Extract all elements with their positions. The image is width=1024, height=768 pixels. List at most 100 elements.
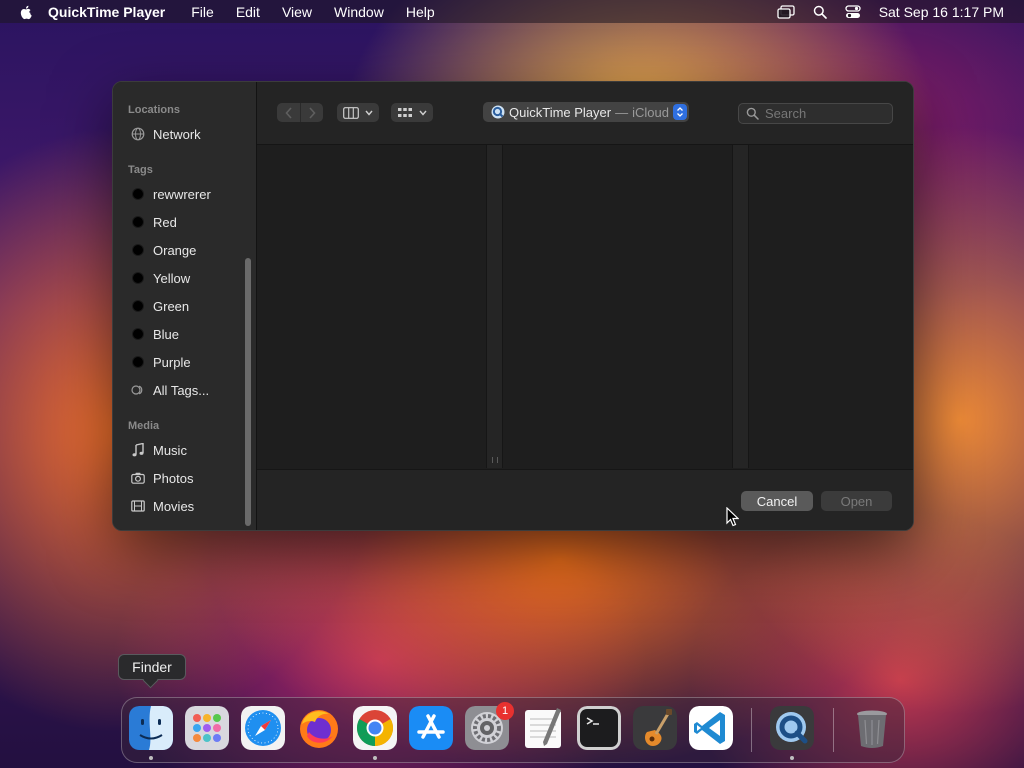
quicktime-icon: [491, 105, 505, 119]
location-popup[interactable]: QuickTime Player — iCloud: [483, 102, 689, 122]
dock-firefox[interactable]: [297, 706, 341, 750]
chevron-right-icon: [308, 106, 316, 119]
menu-file[interactable]: File: [191, 4, 214, 20]
textedit-icon: [525, 708, 561, 748]
browser-column-3[interactable]: [749, 145, 913, 467]
sidebar-tag-blue[interactable]: Blue: [131, 323, 179, 345]
cancel-button[interactable]: Cancel: [741, 491, 813, 511]
back-forward-buttons: [277, 103, 323, 122]
spotlight-search-icon[interactable]: [813, 5, 827, 19]
sidebar-item-movies[interactable]: Movies: [131, 495, 194, 517]
dock-safari[interactable]: [241, 706, 285, 750]
column-resize-handle-icon[interactable]: [492, 457, 498, 463]
sidebar-tag-red[interactable]: Red: [131, 211, 177, 233]
running-indicator: [149, 756, 153, 760]
sidebar-heading-media: Media: [128, 420, 160, 432]
firefox-icon: [300, 710, 338, 748]
running-indicator: [373, 756, 377, 760]
garageband-icon: [633, 706, 677, 750]
trash-icon: [857, 710, 887, 748]
dock-chrome[interactable]: [353, 706, 397, 750]
tag-dot-icon: [131, 215, 145, 229]
launchpad-icon: [185, 706, 229, 750]
column-browser: [257, 145, 913, 468]
camera-icon: [131, 471, 145, 485]
sidebar-tag-orange[interactable]: Orange: [131, 239, 196, 261]
dialog-main: QuickTime Player — iCloud Cancel: [257, 82, 913, 530]
sidebar-item-network[interactable]: Network: [131, 123, 201, 145]
back-button[interactable]: [278, 106, 300, 119]
dock-divider: [833, 708, 834, 752]
tag-dot-icon: [131, 187, 145, 201]
chevron-down-icon: [365, 110, 373, 116]
tag-dot-icon: [131, 243, 145, 257]
columns-view-icon: [343, 106, 359, 119]
sidebar-tag-rewwrerer[interactable]: rewwrerer: [131, 183, 211, 205]
dialog-footer: Cancel Open: [257, 469, 913, 530]
dock-divider: [751, 708, 752, 752]
sidebar-item-label: Green: [153, 298, 190, 314]
all-tags-icon: [131, 383, 145, 397]
app-name-menu[interactable]: QuickTime Player: [48, 4, 165, 20]
dock-launchpad[interactable]: [185, 706, 229, 750]
mouse-cursor-icon: [726, 507, 739, 527]
sidebar-item-label: All Tags...: [153, 382, 210, 398]
sidebar-item-label: Yellow: [153, 270, 191, 286]
menu-bar: QuickTime Player File Edit View Window H…: [0, 0, 1024, 23]
search-input[interactable]: [765, 106, 885, 121]
dock-tooltip: Finder: [118, 654, 186, 680]
chevron-left-icon: [284, 106, 292, 119]
browser-column-1[interactable]: [257, 145, 486, 467]
menubar-clock[interactable]: Sat Sep 16 1:17 PM: [879, 4, 1004, 20]
menu-window[interactable]: Window: [334, 4, 384, 20]
dock-quicktime[interactable]: [770, 706, 814, 750]
quicktime-player-icon: [770, 706, 814, 750]
open-button[interactable]: Open: [821, 491, 892, 511]
menu-help[interactable]: Help: [406, 4, 435, 20]
view-mode-button[interactable]: [337, 103, 379, 122]
chrome-icon: [353, 706, 397, 750]
browser-column-2[interactable]: [503, 145, 732, 467]
column-divider[interactable]: [486, 145, 503, 468]
group-by-button[interactable]: [391, 103, 433, 122]
sidebar-tag-yellow[interactable]: Yellow: [131, 267, 190, 289]
dock-terminal[interactable]: [577, 706, 621, 750]
dock: 1: [121, 697, 905, 763]
apple-menu-icon[interactable]: [18, 4, 34, 20]
finder-icon: [129, 706, 173, 750]
location-separator: —: [615, 104, 629, 120]
control-center-icon[interactable]: [845, 4, 861, 19]
search-icon: [746, 107, 759, 120]
sidebar-item-label: Blue: [153, 326, 180, 342]
dock-finder[interactable]: [129, 706, 173, 750]
location-subtitle: iCloud: [632, 104, 669, 120]
dock-app-store[interactable]: [409, 706, 453, 750]
tag-dot-icon: [131, 271, 145, 285]
dock-vscode[interactable]: [689, 706, 733, 750]
sidebar-scrollbar[interactable]: [245, 258, 251, 526]
search-field[interactable]: [738, 103, 893, 124]
sidebar-item-label: Purple: [153, 354, 191, 370]
dock-trash[interactable]: [850, 706, 894, 750]
terminal-icon: [577, 706, 621, 750]
sidebar-tag-purple[interactable]: Purple: [131, 351, 191, 373]
grid-icon: [398, 107, 412, 117]
sidebar-item-music[interactable]: Music: [131, 439, 187, 461]
column-divider[interactable]: [732, 145, 749, 468]
forward-button[interactable]: [301, 106, 323, 119]
sidebar-heading-tags: Tags: [128, 164, 153, 176]
popup-stepper-icon: [673, 104, 687, 120]
globe-icon: [131, 127, 145, 141]
dock-garageband[interactable]: [633, 706, 677, 750]
sidebar-item-photos[interactable]: Photos: [131, 467, 193, 489]
menu-view[interactable]: View: [282, 4, 312, 20]
sidebar-item-label: Photos: [153, 470, 194, 486]
sidebar-item-all-tags[interactable]: All Tags...: [131, 379, 209, 401]
screen-mirroring-icon[interactable]: [777, 4, 795, 19]
sidebar-heading-locations: Locations: [128, 104, 180, 116]
dock-textedit[interactable]: [521, 706, 565, 750]
sidebar-item-label: rewwrerer: [153, 186, 211, 202]
menu-edit[interactable]: Edit: [236, 4, 260, 20]
sidebar-tag-green[interactable]: Green: [131, 295, 189, 317]
dialog-toolbar: QuickTime Player — iCloud: [257, 82, 913, 145]
